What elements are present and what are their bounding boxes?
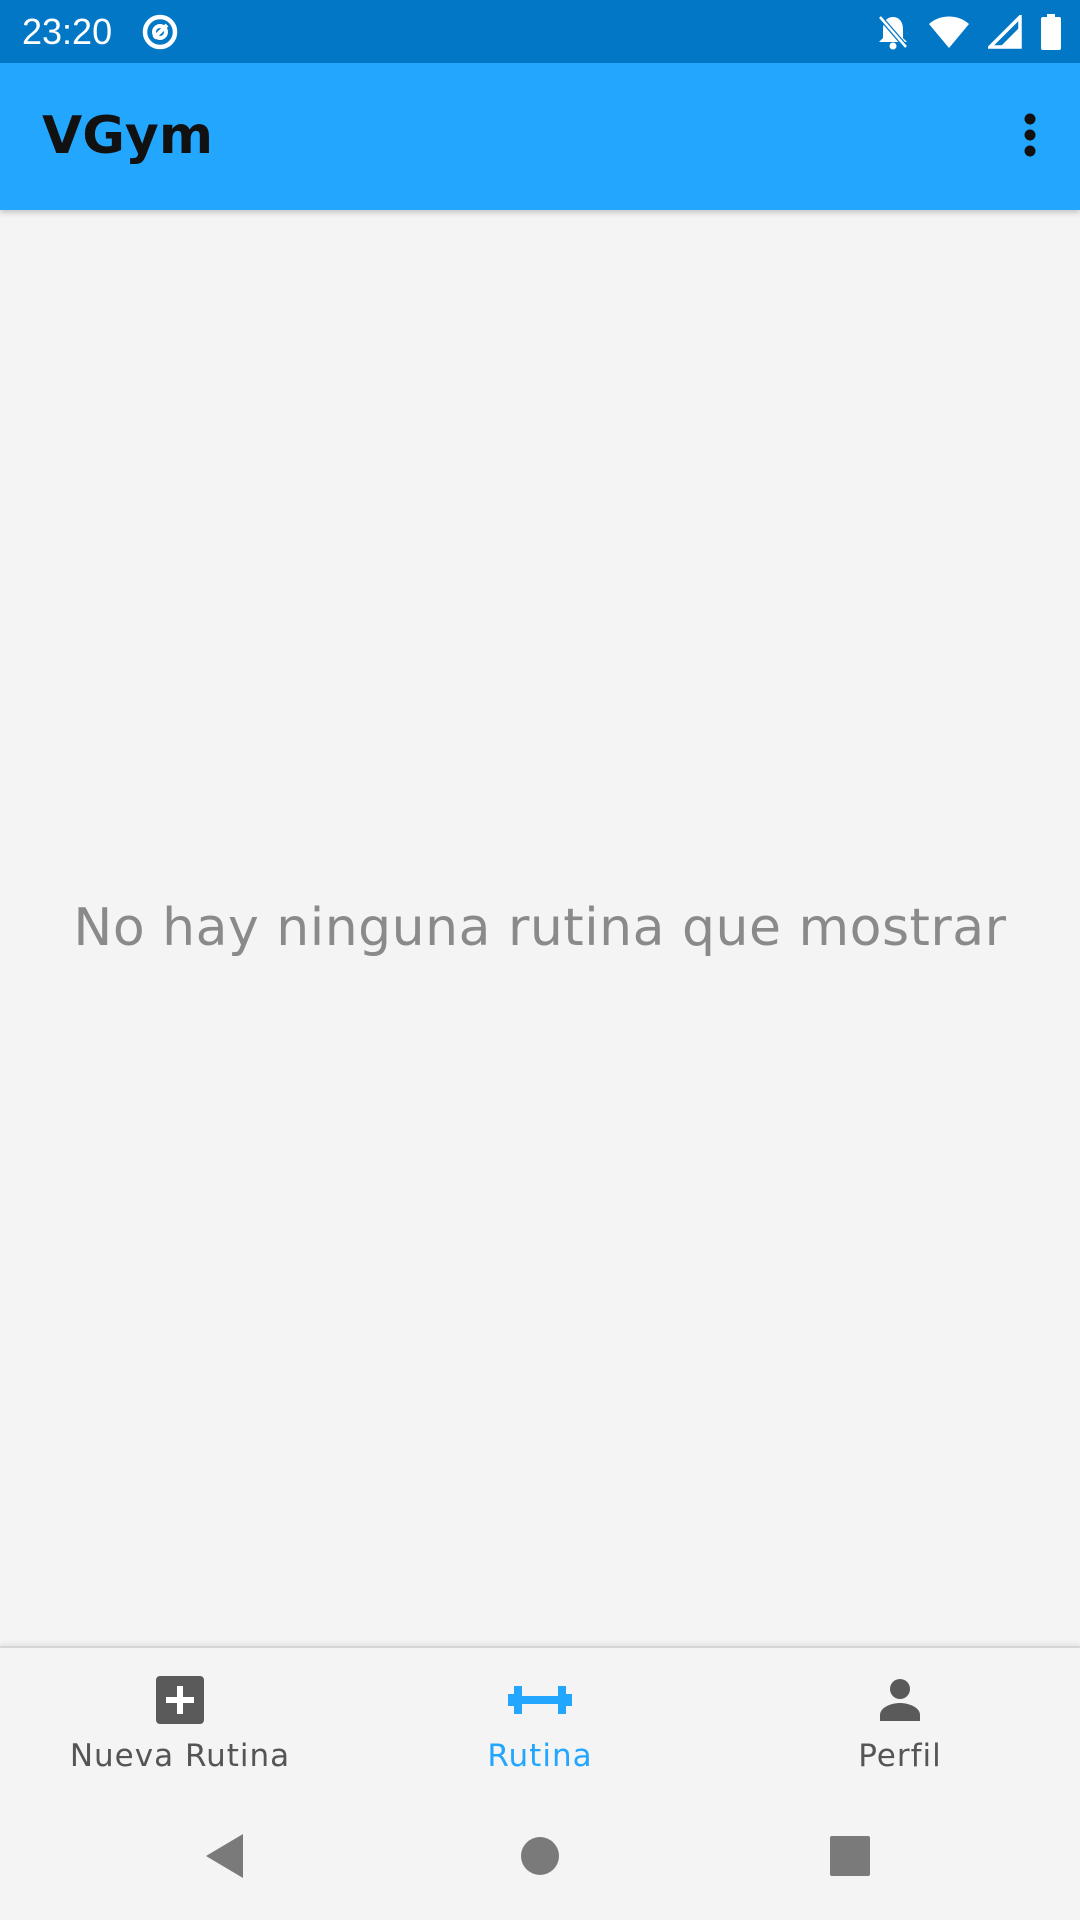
status-icons <box>876 10 1062 54</box>
person-icon <box>878 1678 922 1726</box>
nav-item-rutina[interactable]: Rutina <box>360 1648 720 1796</box>
cellular-signal-icon <box>988 15 1022 49</box>
at-sign-notification-icon <box>140 12 180 52</box>
battery-icon <box>1040 14 1062 50</box>
wifi-icon <box>928 15 970 49</box>
nav-item-perfil[interactable]: Perfil <box>720 1648 1080 1796</box>
recents-icon <box>830 1836 870 1880</box>
back-icon <box>203 1832 247 1884</box>
more-vert-icon <box>1022 113 1038 161</box>
add-box-icon <box>155 1675 205 1729</box>
dumbbell-icon <box>508 1682 572 1722</box>
nav-label: Perfil <box>858 1738 942 1774</box>
status-time: 23:20 <box>22 11 113 52</box>
recents-button[interactable] <box>818 1826 882 1890</box>
status-bar: 23:20 <box>0 0 1080 63</box>
back-button[interactable] <box>193 1826 257 1890</box>
empty-state-message: No hay ninguna rutina que mostrar <box>73 898 1007 958</box>
overflow-menu-button[interactable] <box>994 101 1066 173</box>
nav-item-nueva-rutina[interactable]: Nueva Rutina <box>0 1648 360 1796</box>
home-icon <box>520 1836 560 1880</box>
routine-list-area: No hay ninguna rutina que mostrar <box>0 210 1080 1646</box>
app-title: VGym <box>42 106 214 166</box>
nav-label: Rutina <box>487 1738 593 1774</box>
notifications-off-icon <box>876 13 910 51</box>
system-navigation-bar <box>0 1796 1080 1920</box>
home-button[interactable] <box>508 1826 572 1890</box>
nav-label: Nueva Rutina <box>69 1738 291 1774</box>
bottom-navigation: Nueva Rutina Rutina Perfil <box>0 1646 1080 1798</box>
app-bar: VGym <box>0 63 1080 210</box>
